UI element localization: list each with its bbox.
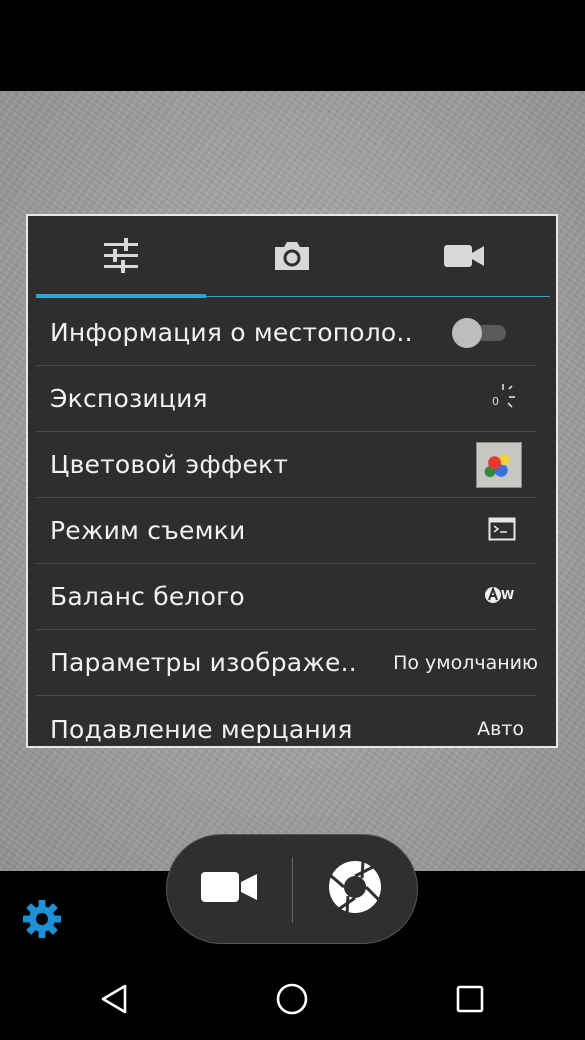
white-balance-auto-icon: W xyxy=(484,585,516,609)
sliders-icon xyxy=(102,238,140,274)
gear-icon xyxy=(22,900,62,943)
video-camera-icon xyxy=(200,870,258,908)
setting-label: Параметры изображе.. xyxy=(50,648,357,677)
capture-controls xyxy=(166,834,418,944)
setting-label: Цветовой эффект xyxy=(50,450,289,479)
top-status-area xyxy=(0,0,585,91)
shutter-icon xyxy=(327,859,383,919)
svg-text:0: 0 xyxy=(492,395,499,408)
scene-mode-icon xyxy=(488,517,516,545)
shutter-button[interactable] xyxy=(293,835,417,943)
system-navbar xyxy=(0,960,585,1040)
exposure-icon: 0 xyxy=(490,383,516,415)
tab-video-settings[interactable] xyxy=(378,216,550,296)
setting-value: По умолчанию xyxy=(393,651,538,674)
setting-exposure[interactable]: Экспозиция 0 xyxy=(36,366,536,432)
setting-flicker-reduction[interactable]: Подавление мерцания Авто xyxy=(36,696,536,746)
setting-location-info[interactable]: Информация о местополо.. xyxy=(36,300,536,366)
settings-tabs xyxy=(28,216,556,300)
settings-panel: Информация о местополо.. Экспозиция 0 Цв… xyxy=(26,214,558,748)
setting-label: Экспозиция xyxy=(50,384,208,413)
location-toggle[interactable] xyxy=(452,317,508,348)
settings-list: Информация о местополо.. Экспозиция 0 Цв… xyxy=(36,300,538,746)
setting-label: Баланс белого xyxy=(50,582,245,611)
home-icon xyxy=(275,982,309,1020)
setting-label: Режим съемки xyxy=(50,516,246,545)
setting-white-balance[interactable]: Баланс белого W xyxy=(36,564,536,630)
color-effect-thumbnail xyxy=(476,441,522,488)
setting-scene-mode[interactable]: Режим съемки xyxy=(36,498,536,564)
back-icon xyxy=(99,983,129,1019)
tab-general-settings[interactable] xyxy=(36,216,206,296)
recents-icon xyxy=(455,984,485,1018)
setting-color-effect[interactable]: Цветовой эффект xyxy=(36,432,536,498)
tab-photo-settings[interactable] xyxy=(206,216,378,296)
settings-button[interactable] xyxy=(22,899,62,939)
setting-label: Подавление мерцания xyxy=(50,714,353,744)
toggle-thumb xyxy=(452,317,482,348)
setting-image-params[interactable]: Параметры изображе.. По умолчанию xyxy=(36,630,538,696)
active-tab-indicator xyxy=(36,294,206,298)
back-button[interactable] xyxy=(84,978,144,1024)
camera-icon xyxy=(272,239,312,273)
recents-button[interactable] xyxy=(440,978,500,1024)
setting-label: Информация о местополо.. xyxy=(50,318,413,347)
setting-value: Авто xyxy=(477,718,524,740)
video-record-button[interactable] xyxy=(167,835,291,943)
video-camera-icon xyxy=(443,243,485,269)
svg-text:W: W xyxy=(501,588,514,602)
home-button[interactable] xyxy=(262,978,322,1024)
